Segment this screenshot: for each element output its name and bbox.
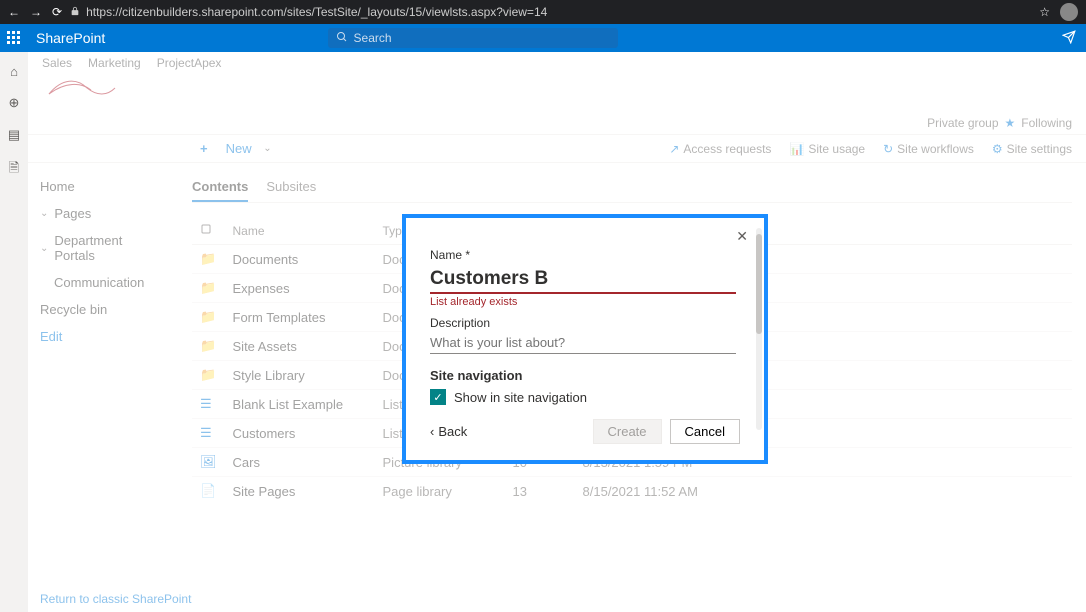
cancel-button[interactable]: Cancel — [670, 419, 740, 444]
row-type-icon: 📁 — [192, 245, 225, 274]
my-sites-icon[interactable]: ▤ — [8, 127, 20, 143]
files-icon[interactable]: 🗎 — [9, 159, 19, 181]
share-icon[interactable] — [1062, 30, 1086, 47]
browser-chrome: ← → ⟳ https://citizenbuilders.sharepoint… — [0, 0, 1086, 24]
nav-back-icon[interactable]: ← — [8, 5, 20, 19]
row-name[interactable]: Site Pages — [225, 477, 375, 506]
name-error: List already exists — [430, 296, 740, 308]
description-input[interactable] — [430, 332, 736, 354]
site-logo[interactable] — [42, 70, 122, 106]
chevron-down-icon: ⌄ — [40, 208, 48, 219]
show-in-nav-label: Show in site navigation — [454, 390, 587, 405]
search-placeholder: Search — [354, 31, 392, 45]
address-bar[interactable]: https://citizenbuilders.sharepoint.com/s… — [86, 5, 547, 19]
row-type-icon: 📄 — [192, 477, 225, 506]
left-app-bar: ⌂ ⊕ ▤ 🗎 — [0, 52, 28, 612]
site-navigation-section: Site navigation — [430, 368, 740, 383]
chevron-down-icon: ⌄ — [263, 143, 271, 154]
nav-reload-icon[interactable]: ⟳ — [52, 5, 62, 19]
privacy-label: Private group — [927, 116, 998, 130]
following-label[interactable]: Following — [1021, 116, 1072, 130]
command-bar: + New ⌄ ↗Access requests 📊Site usage ↻Si… — [28, 134, 1086, 163]
nav-home[interactable]: Home — [34, 173, 172, 200]
content-tabs: Contents Subsites — [192, 173, 1072, 203]
nav-recycle-bin[interactable]: Recycle bin — [34, 296, 172, 323]
row-name[interactable]: Form Templates — [225, 303, 375, 332]
create-list-panel: ✕ Name * List already exists Description… — [402, 214, 768, 464]
site-settings-link[interactable]: ⚙Site settings — [992, 142, 1072, 156]
create-icon[interactable]: ⊕ — [9, 95, 20, 111]
row-name[interactable]: Expenses — [225, 274, 375, 303]
new-button[interactable]: New ⌄ — [226, 141, 272, 156]
row-modified: 8/15/2021 11:52 AM — [575, 477, 1072, 506]
nav-pages[interactable]: ⌄Pages — [34, 200, 172, 227]
name-field-label: Name * — [430, 248, 740, 262]
description-field-label: Description — [430, 316, 740, 330]
row-type: Page library — [375, 477, 505, 506]
row-name[interactable]: Documents — [225, 245, 375, 274]
row-name[interactable]: Cars — [225, 448, 375, 477]
return-classic-link[interactable]: Return to classic SharePoint — [40, 592, 191, 606]
suite-brand[interactable]: SharePoint — [36, 30, 105, 46]
tab-contents[interactable]: Contents — [192, 173, 248, 202]
nav-edit-link[interactable]: Edit — [34, 323, 172, 350]
access-requests-link[interactable]: ↗Access requests — [669, 142, 771, 156]
workflow-icon: ↻ — [883, 142, 893, 156]
chevron-down-icon: ⌄ — [40, 243, 48, 254]
row-name[interactable]: Blank List Example — [225, 390, 375, 419]
following-star-icon[interactable]: ★ — [1005, 116, 1016, 130]
plus-icon: + — [200, 141, 208, 156]
row-type-icon: ☰ — [192, 419, 225, 448]
site-nav: Home ⌄Pages ⌄Department Portals Communic… — [28, 163, 178, 515]
row-name[interactable]: Style Library — [225, 361, 375, 390]
col-icon[interactable] — [192, 217, 225, 245]
row-items: 13 — [505, 477, 575, 506]
row-type-icon: 📁 — [192, 332, 225, 361]
app-launcher-icon[interactable] — [0, 31, 28, 45]
tab-subsites[interactable]: Subsites — [266, 173, 316, 202]
suite-bar: SharePoint Search — [0, 24, 1086, 52]
search-icon — [336, 31, 348, 46]
hub-nav-link[interactable]: Sales — [42, 56, 72, 70]
row-name[interactable]: Site Assets — [225, 332, 375, 361]
site-usage-link[interactable]: 📊Site usage — [789, 142, 865, 156]
hub-nav-link[interactable]: ProjectApex — [157, 56, 222, 70]
close-icon[interactable]: ✕ — [736, 228, 748, 245]
back-button[interactable]: ‹ Back — [430, 424, 467, 439]
row-type-icon: 📁 — [192, 303, 225, 332]
nav-communication[interactable]: Communication — [34, 269, 172, 296]
home-icon[interactable]: ⌂ — [10, 64, 18, 79]
nav-forward-icon[interactable]: → — [30, 5, 42, 19]
table-row[interactable]: 📄Site PagesPage library138/15/2021 11:52… — [192, 477, 1072, 506]
row-name[interactable]: Customers — [225, 419, 375, 448]
chevron-left-icon: ‹ — [430, 424, 434, 439]
profile-avatar[interactable] — [1060, 3, 1078, 21]
hub-nav-link[interactable]: Marketing — [88, 56, 141, 70]
row-type-icon: 📁 — [192, 274, 225, 303]
nav-department-portals[interactable]: ⌄Department Portals — [34, 227, 172, 269]
site-workflows-link[interactable]: ↻Site workflows — [883, 142, 974, 156]
row-type-icon: 🖼 — [192, 448, 225, 477]
access-icon: ↗ — [669, 142, 679, 156]
suite-search[interactable]: Search — [328, 28, 618, 48]
show-in-nav-checkbox[interactable]: ✓ — [430, 389, 446, 405]
panel-scrollbar[interactable] — [756, 228, 762, 430]
row-type-icon: 📁 — [192, 361, 225, 390]
name-input[interactable] — [430, 266, 736, 294]
col-name[interactable]: Name — [225, 217, 375, 245]
gear-icon: ⚙ — [992, 142, 1003, 156]
usage-icon: 📊 — [789, 142, 804, 156]
star-icon[interactable]: ☆ — [1039, 5, 1050, 19]
row-type-icon: ☰ — [192, 390, 225, 419]
lock-icon — [70, 5, 80, 19]
create-button: Create — [593, 419, 662, 444]
